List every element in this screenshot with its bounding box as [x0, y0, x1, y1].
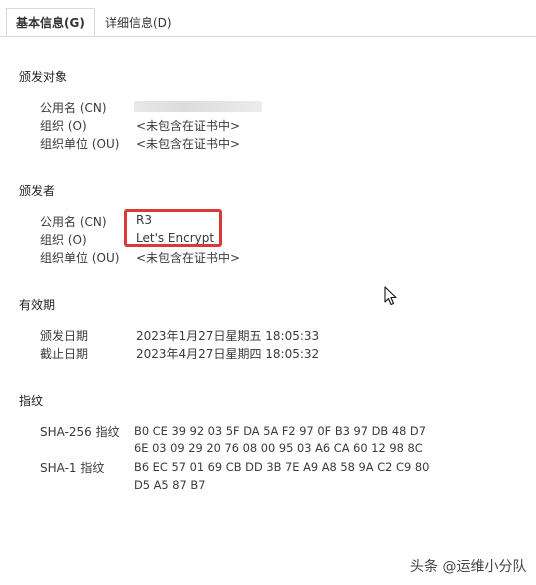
- expires-date-label: 截止日期: [40, 347, 89, 361]
- issuer-heading: 颁发者: [19, 184, 56, 198]
- mouse-pointer-icon: [384, 286, 397, 306]
- expires-date-value: 2023年4月27日星期四 18:05:32: [136, 347, 320, 361]
- sha1-value-line2: D5 A5 87 B7: [134, 478, 206, 492]
- subject-o-label: 组织 (O): [40, 119, 87, 133]
- issued-date-label: 颁发日期: [40, 329, 89, 343]
- sha256-value-line2: 6E 03 09 29 20 76 08 00 95 03 A6 CA 60 1…: [134, 441, 423, 455]
- fingerprints-heading: 指纹: [19, 394, 44, 408]
- subject-cn-label: 公用名 (CN): [40, 101, 107, 115]
- subject-cn-redacted-value: [134, 101, 262, 112]
- issuer-cn-label: 公用名 (CN): [40, 215, 107, 229]
- tab-general[interactable]: 基本信息(G): [6, 8, 95, 37]
- subject-o-value: <未包含在证书中>: [136, 119, 241, 133]
- issuer-o-label: 组织 (O): [40, 233, 87, 247]
- subject-ou-value: <未包含在证书中>: [136, 137, 241, 151]
- tab-divider: [0, 36, 536, 37]
- validity-heading: 有效期: [19, 298, 56, 312]
- issuer-highlight-box: [124, 209, 222, 247]
- issuer-ou-label: 组织单位 (OU): [40, 251, 120, 265]
- subject-ou-label: 组织单位 (OU): [40, 137, 120, 151]
- sha1-value-line1: B6 EC 57 01 69 CB DD 3B 7E A9 A8 58 9A C…: [134, 460, 430, 474]
- sha1-label: SHA-1 指纹: [40, 461, 105, 475]
- issuer-ou-value: <未包含在证书中>: [136, 251, 241, 265]
- watermark: 头条 @运维小分队: [410, 559, 527, 575]
- issued-date-value: 2023年1月27日星期五 18:05:33: [136, 329, 320, 343]
- sha256-label: SHA-256 指纹: [40, 425, 120, 439]
- tab-bar: 基本信息(G) 详细信息(D): [0, 0, 536, 37]
- sha256-value-line1: B0 CE 39 92 03 5F DA 5A F2 97 0F B3 97 D…: [134, 424, 426, 438]
- subject-heading: 颁发对象: [19, 70, 68, 84]
- tab-details[interactable]: 详细信息(D): [96, 10, 184, 36]
